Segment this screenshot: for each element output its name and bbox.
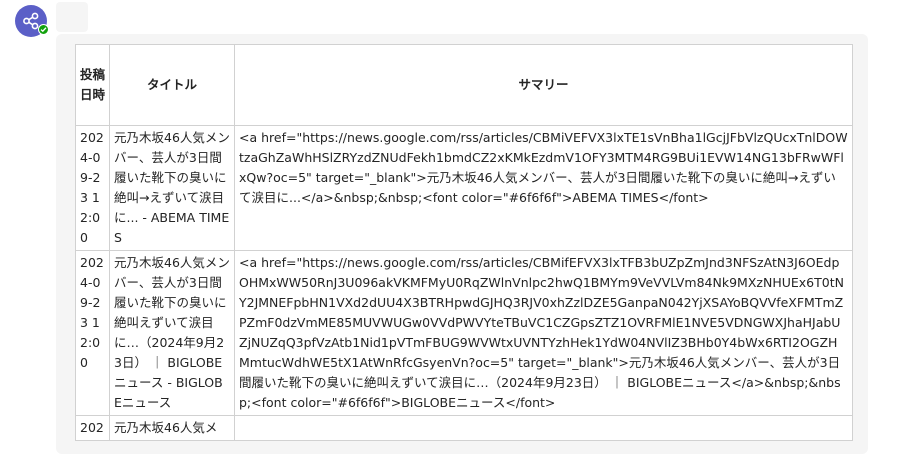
header-title: タイトル (109, 44, 235, 126)
cell-title: 元乃木坂46人気メンバー、芸人が3日間履いた靴下の臭いに絶叫→えずいて涙目に..… (109, 125, 235, 251)
news-results-table: 投稿日時 タイトル サマリー 2024-09-23 12:00 元乃木坂46人気… (75, 44, 853, 441)
header-date: 投稿日時 (75, 44, 110, 126)
cell-date: 2024-09-23 12:00 (75, 250, 110, 416)
table-header-row: 投稿日時 タイトル サマリー (75, 44, 853, 126)
header-summary: サマリー (234, 44, 853, 126)
table-row: 2024-09-23 12:00 元乃木坂46人気メンバー、芸人が3日間履いた靴… (75, 250, 853, 416)
cell-date: 2024-09-23 12:00 (75, 125, 110, 251)
cell-title: 元乃木坂46人気メンバー、芸人が3日間履いた靴下の臭いに絶叫えずいて涙目に…（2… (109, 250, 235, 416)
table-row: 202 元乃木坂46人気メ (75, 415, 853, 441)
previous-message-bubble (56, 2, 88, 32)
online-status-badge (38, 24, 49, 35)
cell-title: 元乃木坂46人気メ (109, 415, 235, 441)
checkmark-icon (40, 27, 47, 33)
cell-summary (234, 415, 853, 441)
cell-date: 202 (75, 415, 110, 441)
table-row: 2024-09-23 12:00 元乃木坂46人気メンバー、芸人が3日間履いた靴… (75, 125, 853, 251)
cell-summary: <a href="https://news.google.com/rss/art… (234, 125, 853, 251)
cell-summary: <a href="https://news.google.com/rss/art… (234, 250, 853, 416)
